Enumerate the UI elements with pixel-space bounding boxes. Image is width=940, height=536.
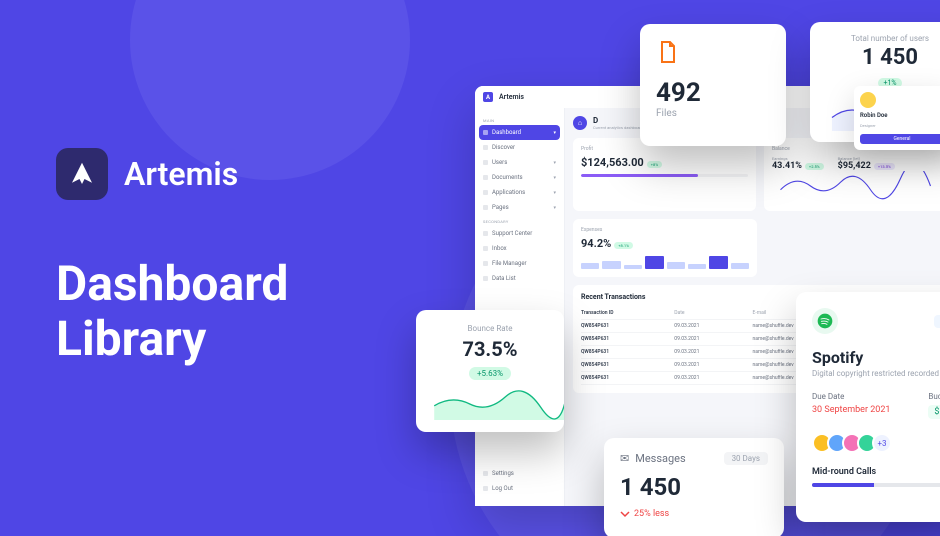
brand: Artemis [56,148,288,200]
bounce-label: Bounce Rate [426,324,554,333]
profile-name: Robin Doe [860,112,940,119]
progress-bar [581,174,748,177]
sidebar-item-logout[interactable]: Log Out [475,481,564,496]
sidebar-item-support[interactable]: Support Center [475,226,564,241]
balance-sparkline [772,171,939,201]
avatar-more[interactable]: +3 [872,433,892,453]
profile-role: Designer [860,123,940,128]
users-value: 1 450 [824,45,940,70]
project-description: Digital copyright restricted recorded mu… [812,369,940,378]
expenses-badge: +8.1% [614,242,633,249]
earnings-badge: +2.5% [805,163,824,170]
chevron-down-icon: ▾ [553,130,556,136]
budget-value: $650,950.00 [928,405,940,419]
avatar [860,92,876,108]
files-label: Files [656,108,770,119]
sidebar-item-users[interactable]: Users▾ [475,155,564,170]
chevron-down-icon: ▾ [553,160,556,166]
users-label: Total number of users [824,34,940,43]
card-label: Expenses [581,227,749,233]
earnings-value: 43.41% [772,161,802,171]
messages-filter[interactable]: 30 Days [724,452,768,465]
files-value: 492 [656,78,770,108]
sidebar: MAIN Dashboard▾ Discover Users▾ Document… [475,108,565,506]
sidebar-section-label: SECONDARY [475,215,564,226]
hero-title-line: Dashboard [56,256,288,311]
message-icon: ✉ [620,452,629,465]
file-icon [656,40,680,64]
messages-title: Messages [635,452,685,465]
profile-card: Robin Doe Designer General [854,86,940,150]
sidebar-item-settings[interactable]: Settings [475,466,564,481]
artemis-logo-icon [56,148,108,200]
sidebar-item-applications[interactable]: Applications▾ [475,185,564,200]
progress-bar [812,483,940,487]
chevron-down-icon: ▾ [553,190,556,196]
messages-trend: 25% less [620,509,768,519]
profit-value: $124,563.00 [581,156,644,169]
messages-card: ✉ Messages 30 Days 1 450 25% less [604,438,784,536]
messages-value: 1 450 [620,473,768,501]
expenses-card: Expenses 94.2%+8.1% [573,219,757,277]
spotify-project-card: In Progress Spotify Digital copyright re… [796,292,940,522]
brand-name: Artemis [124,155,238,193]
bounce-value: 73.5% [426,337,554,361]
spotify-logo-icon [812,308,838,334]
due-date-value: 30 September 2021 [812,405,890,415]
sidebar-item-inbox[interactable]: Inbox [475,241,564,256]
expenses-value: 94.2% [581,237,611,250]
project-status: In Progress [934,315,940,328]
sidebar-item-file-manager[interactable]: File Manager [475,256,564,271]
balance-badge: +13.5% [874,163,895,170]
budget-label: Budget [928,392,940,401]
bounce-rate-card: Bounce Rate 73.5% +5.63% [416,310,564,432]
sidebar-section-label: MAIN [475,114,564,125]
card-label: Profit [581,146,748,152]
sidebar-item-pages[interactable]: Pages▾ [475,200,564,215]
profit-badge: +8% [647,161,662,168]
trend-down-icon [620,509,630,519]
project-title: Spotify [812,348,940,367]
app-name: Artemis [499,93,524,101]
hero-title-line: Library [56,311,288,366]
expenses-bars [581,255,749,269]
due-date-label: Due Date [812,392,890,401]
bounce-sparkline [426,388,564,420]
sidebar-item-discover[interactable]: Discover [475,140,564,155]
page-header-icon: ⌂ [573,116,587,130]
files-card: 492 Files [640,24,786,146]
hero-title: Dashboard Library [56,256,288,366]
chevron-down-icon: ▾ [553,175,556,181]
balance-value: $95,422 [838,161,871,171]
general-button[interactable]: General [860,134,940,144]
chevron-down-icon: ▾ [553,205,556,211]
hero-section: Artemis Dashboard Library [56,148,288,366]
app-logo-icon: A [483,92,493,102]
avatar-group: +3 [812,433,940,453]
sidebar-item-dashboard[interactable]: Dashboard▾ [479,125,560,140]
profit-card: Profit $124,563.00+8% [573,138,756,211]
sidebar-item-documents[interactable]: Documents▾ [475,170,564,185]
sidebar-item-data-list[interactable]: Data List [475,271,564,286]
bounce-badge: +5.63% [469,367,511,380]
mid-round-calls-label: Mid-round Calls [812,467,940,477]
